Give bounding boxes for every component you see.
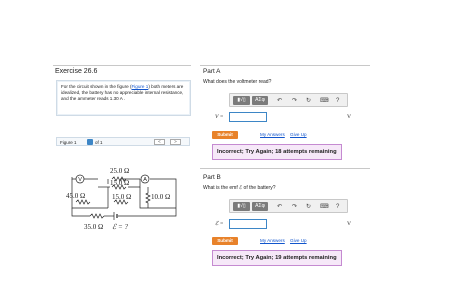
part-a-title: Part A — [203, 68, 221, 75]
problem-text-start: For the circuit shown in the figure ( — [61, 84, 132, 89]
ammeter-letter: A — [143, 177, 147, 183]
prev-figure-button[interactable]: < — [154, 139, 165, 145]
figure-link[interactable]: Figure 1 — [131, 84, 148, 89]
part-b-feedback: Incorrect; Try Again; 19 attempts remain… — [212, 250, 342, 266]
part-a-reset-icon[interactable]: ↻ — [306, 97, 311, 105]
part-a-greek-button[interactable]: ΑΣφ — [252, 96, 268, 105]
part-a-redo-icon[interactable]: ↷ — [292, 97, 297, 105]
part-a-question: What does the voltmeter read? — [203, 79, 272, 85]
emf-label: ℰ = ? — [112, 223, 128, 231]
part-b-toolbar: ▮√▯ ΑΣφ ↶ ↷ ↻ ⌨ ? — [229, 199, 348, 213]
part-b-template-button[interactable]: ▮√▯ — [233, 202, 250, 211]
figure-label: Figure 1 — [60, 139, 77, 145]
part-a-keyboard-icon[interactable]: ⌨ — [320, 97, 329, 105]
part-b-title: Part B — [203, 174, 221, 181]
part-a-unit: V — [347, 114, 352, 120]
part-b-submit-button[interactable]: Submit — [212, 237, 238, 245]
part-a-undo-icon[interactable]: ↶ — [277, 97, 282, 105]
part-b-undo-icon[interactable]: ↶ — [277, 203, 282, 211]
r-top-label: 25.0 Ω — [110, 167, 129, 175]
part-b-question: What is the emf ℰ of the battery? — [203, 185, 276, 191]
figure-select[interactable] — [87, 139, 93, 145]
figure-count: of 1 — [95, 139, 103, 145]
part-a-give-up-link[interactable]: Give Up — [290, 132, 307, 137]
part-b-help-icon[interactable]: ? — [336, 203, 339, 211]
r-mid-label: 15.0 Ω — [110, 179, 129, 187]
circuit-diagram: V A 25.0 Ω 15.0 Ω 45.0 Ω 15.0 Ω 10.0 Ω 3… — [66, 167, 177, 231]
part-a-my-answers-link[interactable]: My Answers — [260, 132, 285, 137]
part-b-keyboard-icon[interactable]: ⌨ — [320, 203, 329, 211]
part-b-greek-button[interactable]: ΑΣφ — [252, 202, 268, 211]
exercise-title: Exercise 26.6 — [55, 68, 98, 75]
part-b-my-answers-link[interactable]: My Answers — [260, 238, 285, 243]
part-a-help-icon[interactable]: ? — [336, 97, 339, 105]
part-a-feedback: Incorrect; Try Again; 18 attempts remain… — [212, 144, 342, 160]
figure-navigator: Figure 1 of 1 < > — [56, 137, 190, 146]
part-b-answer-input[interactable] — [229, 219, 267, 229]
r-center-label: 15.0 Ω — [112, 193, 131, 201]
part-b-unit: V — [347, 221, 352, 227]
top-divider-right — [200, 65, 370, 66]
r-right-label: 10.0 Ω — [151, 193, 170, 201]
problem-statement: For the circuit shown in the figure (Fig… — [56, 80, 191, 116]
part-b-reset-icon[interactable]: ↻ — [306, 203, 311, 211]
r-left-label: 45.0 Ω — [66, 192, 85, 200]
part-divider — [200, 168, 370, 169]
part-a-template-button[interactable]: ▮√▯ — [233, 96, 250, 105]
part-b-answer-label: ℰ = — [215, 221, 224, 227]
part-a-answer-label: V = — [215, 114, 224, 120]
part-a-submit-button[interactable]: Submit — [212, 131, 238, 139]
next-figure-button[interactable]: > — [170, 139, 181, 145]
part-a-toolbar: ▮√▯ ΑΣφ ↶ ↷ ↻ ⌨ ? — [229, 93, 348, 107]
part-b-give-up-link[interactable]: Give Up — [290, 238, 307, 243]
top-divider-left — [53, 65, 191, 66]
r-bottom-label: 35.0 Ω — [84, 223, 103, 231]
part-a-answer-input[interactable] — [229, 112, 267, 122]
voltmeter-letter: V — [78, 177, 82, 183]
part-b-redo-icon[interactable]: ↷ — [292, 203, 297, 211]
